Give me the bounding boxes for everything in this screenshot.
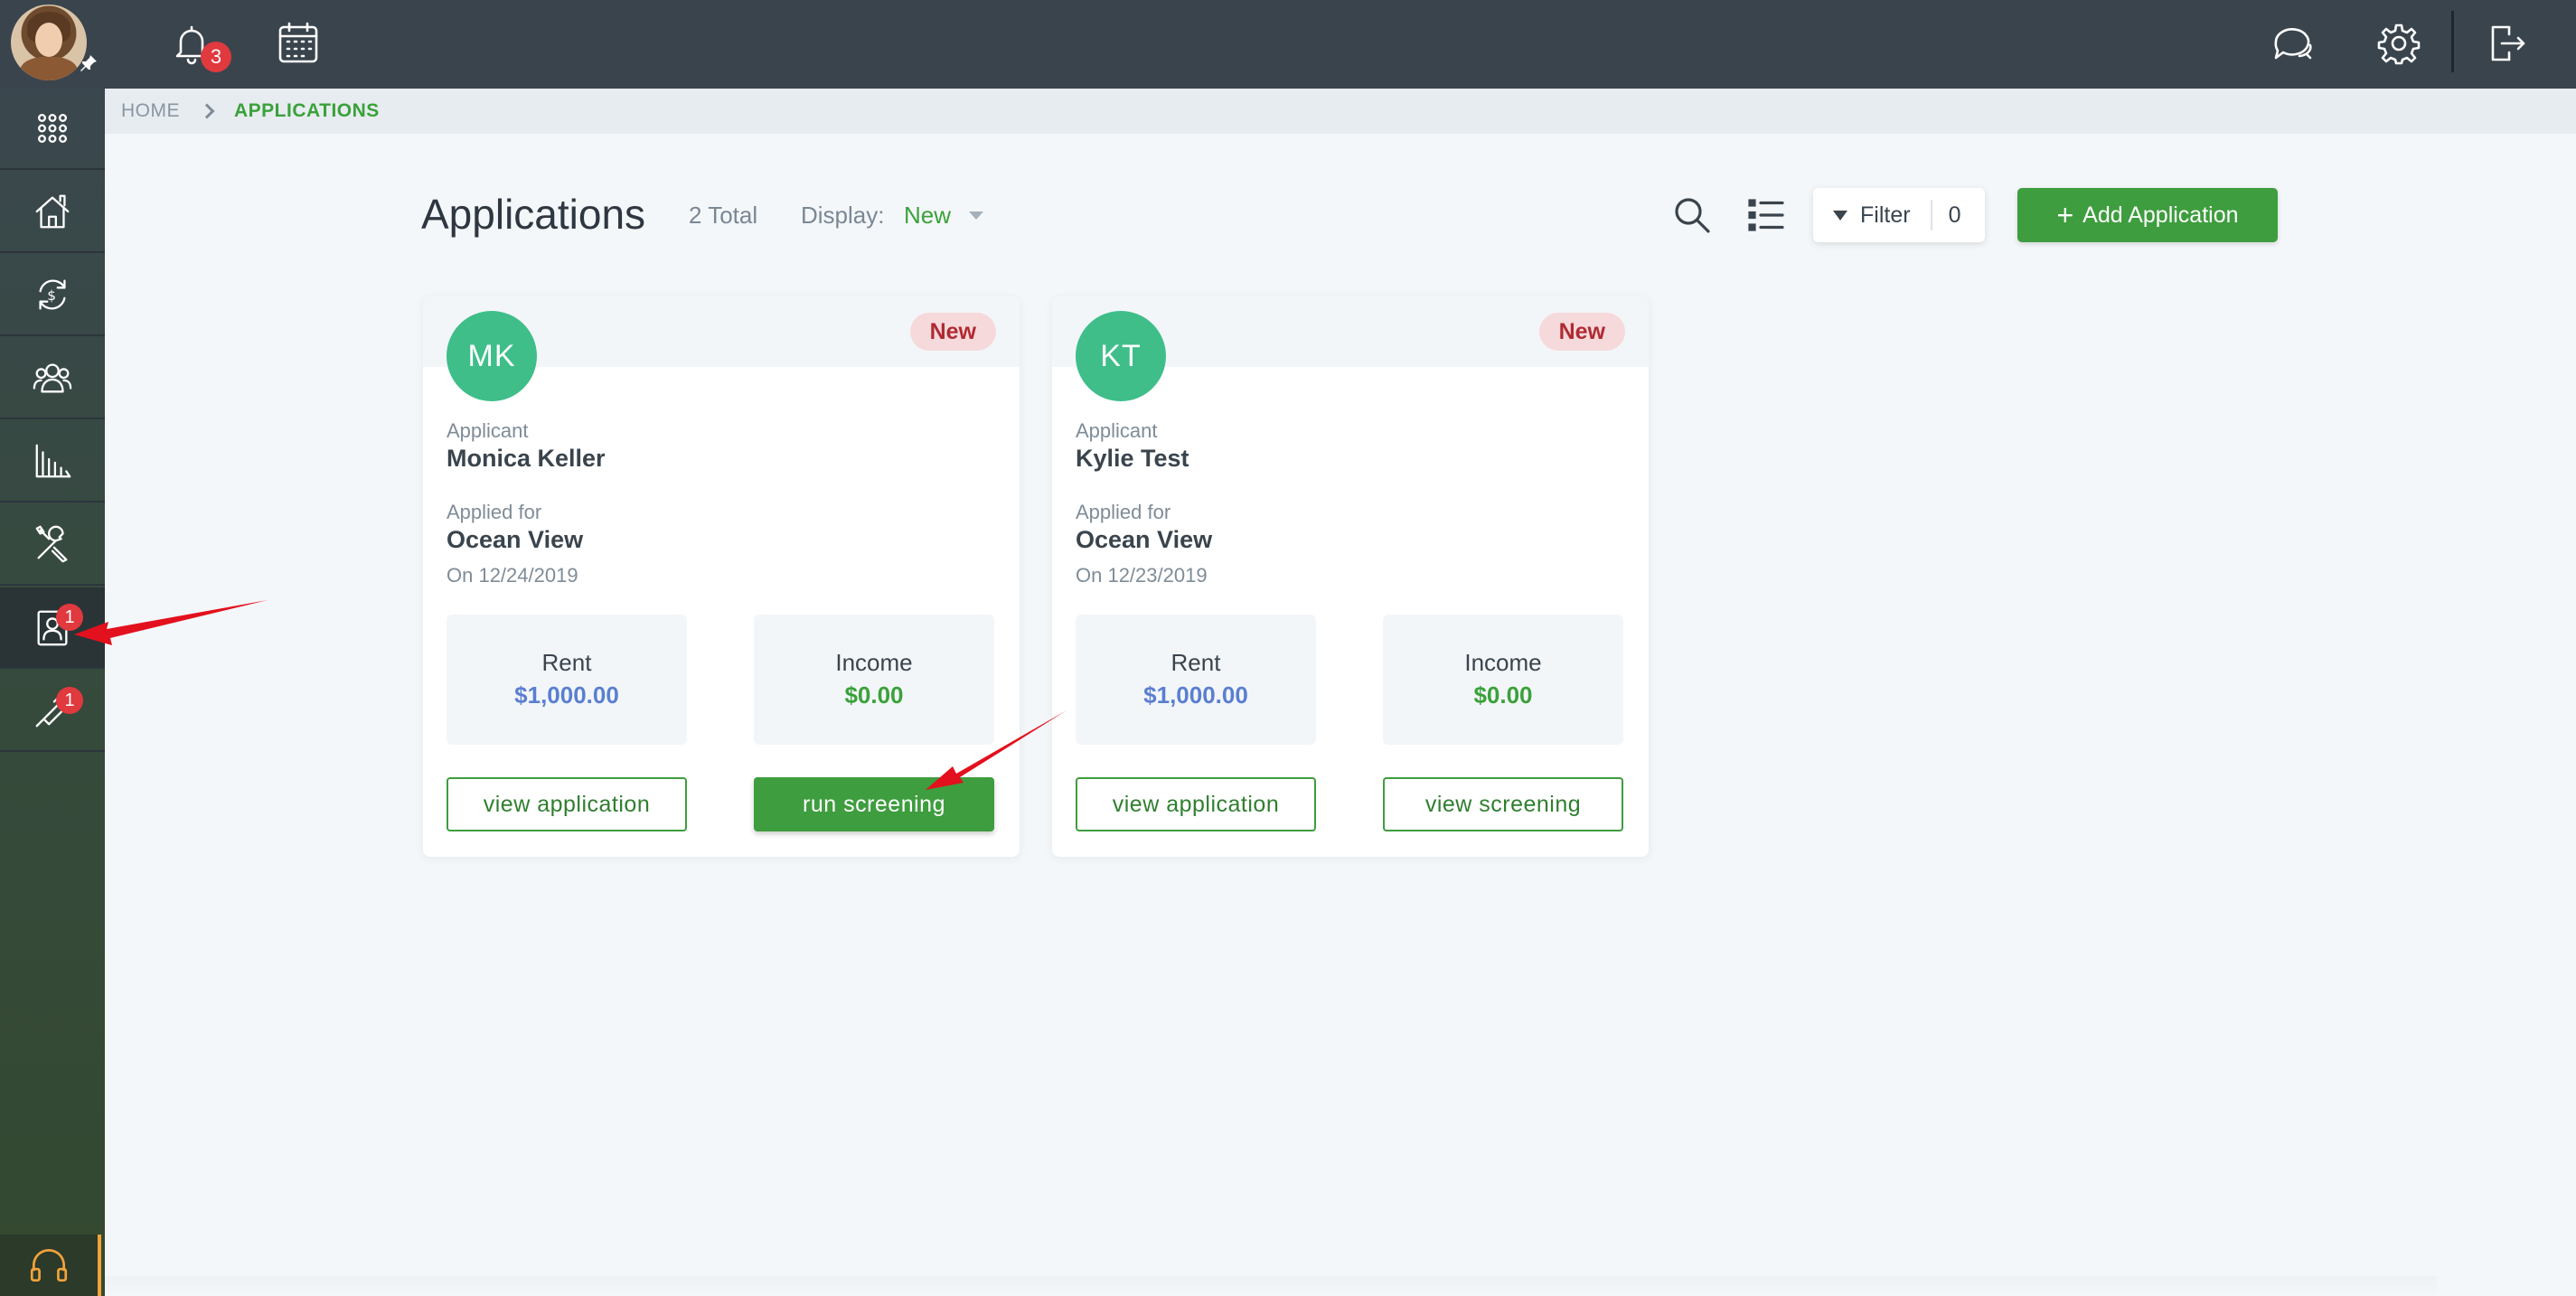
rent-value: $1,000.00 <box>1143 681 1248 709</box>
page-title: Applications <box>421 191 646 238</box>
rent-value: $1,000.00 <box>514 681 619 709</box>
applicant-label: Applicant <box>447 419 529 442</box>
avatar[interactable] <box>11 5 87 80</box>
sidebar: $ 1 1 <box>0 0 105 1296</box>
status-badge: New <box>1538 313 1625 351</box>
sidebar-item-reports[interactable] <box>0 421 105 502</box>
sidebar-item-people[interactable] <box>0 338 105 419</box>
breadcrumb: HOME APPLICATIONS <box>105 89 2576 134</box>
status-badge: New <box>909 313 996 351</box>
filter-count: 0 <box>1948 202 1961 228</box>
income-box: Income $0.00 <box>754 615 994 745</box>
list-view-button[interactable] <box>1744 193 1788 237</box>
logout-icon <box>2491 25 2525 61</box>
breadcrumb-home[interactable]: HOME <box>121 100 180 122</box>
sidebar-item-apps[interactable] <box>0 89 105 170</box>
income-box: Income $0.00 <box>1383 615 1623 745</box>
application-card: KT New Applicant Kylie Test Applied for … <box>1052 296 1649 857</box>
income-value: $0.00 <box>844 681 904 709</box>
applied-date: On 12/24/2019 <box>447 564 578 587</box>
income-label: Income <box>835 649 913 676</box>
people-icon <box>33 363 72 393</box>
applicant-avatar: MK <box>447 311 537 401</box>
applied-date: On 12/23/2019 <box>1076 564 1208 587</box>
application-card: MK New Applicant Monica Keller Applied f… <box>423 296 1020 857</box>
run-screening-button[interactable]: run screening <box>754 777 994 831</box>
property-name: Ocean View <box>1076 526 1213 553</box>
caret-down-icon[interactable] <box>969 211 983 220</box>
chevron-right-icon <box>199 103 215 119</box>
applicant-name: Kylie Test <box>1076 445 1189 472</box>
rent-box: Rent $1,000.00 <box>1076 615 1316 745</box>
filter-label: Filter <box>1860 202 1911 228</box>
sidebar-item-maintenance[interactable] <box>0 504 105 586</box>
help-button[interactable] <box>0 1235 101 1296</box>
breadcrumb-current: APPLICATIONS <box>234 100 380 121</box>
filter-divider <box>1930 200 1932 230</box>
applied-for-label: Applied for <box>447 501 542 523</box>
calendar-button[interactable] <box>271 16 325 70</box>
maintenance-icon <box>35 525 68 563</box>
applicant-label: Applicant <box>1076 419 1158 442</box>
plus-icon: + <box>2056 199 2074 231</box>
filter-button[interactable]: Filter 0 <box>1813 188 1985 242</box>
income-label: Income <box>1464 649 1542 676</box>
settings-button[interactable] <box>2372 16 2426 70</box>
rent-box: Rent $1,000.00 <box>447 615 687 745</box>
rent-label: Rent <box>541 649 592 676</box>
svg-text:$: $ <box>47 287 56 304</box>
view-screening-button[interactable]: view screening <box>1383 777 1623 831</box>
applicant-avatar: KT <box>1076 311 1166 401</box>
leasing-badge: 1 <box>56 687 83 714</box>
sidebar-item-payments[interactable]: $ <box>0 255 105 336</box>
add-application-button[interactable]: + Add Application <box>2017 188 2278 242</box>
apps-grid-icon <box>37 113 68 144</box>
applied-for-label: Applied for <box>1076 501 1171 523</box>
calendar-icon <box>278 22 318 63</box>
display-select[interactable]: New <box>904 202 951 230</box>
view-application-button[interactable]: view application <box>447 777 687 831</box>
topbar: 3 <box>105 0 2576 89</box>
notification-badge: 3 <box>201 42 231 72</box>
rent-label: Rent <box>1170 649 1221 676</box>
properties-icon <box>35 194 70 229</box>
sidebar-item-applications[interactable]: 1 <box>0 587 105 669</box>
headset-icon <box>30 1248 68 1282</box>
payments-icon: $ <box>39 279 66 310</box>
search-button[interactable] <box>1670 193 1714 237</box>
total-count: 2 Total <box>689 202 758 229</box>
user-profile[interactable] <box>0 0 105 89</box>
filter-icon <box>1833 210 1847 221</box>
topbar-divider <box>2451 11 2454 72</box>
add-application-label: Add Application <box>2082 202 2239 228</box>
footer <box>105 1276 2437 1296</box>
property-name: Ocean View <box>447 526 584 553</box>
list-icon <box>1748 199 1784 231</box>
messages-button[interactable] <box>2265 16 2319 70</box>
reports-icon <box>35 444 71 478</box>
applicant-name: Monica Keller <box>447 445 606 472</box>
applications-badge: 1 <box>56 604 83 631</box>
view-application-button[interactable]: view application <box>1076 777 1316 831</box>
search-icon <box>1675 198 1710 233</box>
gear-icon <box>2377 23 2421 65</box>
income-value: $0.00 <box>1473 681 1533 709</box>
display-label: Display: <box>801 202 885 229</box>
logout-button[interactable] <box>2478 16 2533 70</box>
chat-icon <box>2274 28 2312 60</box>
sidebar-item-properties[interactable] <box>0 172 105 253</box>
pin-icon[interactable] <box>78 52 99 74</box>
sidebar-item-leasing[interactable]: 1 <box>0 671 105 752</box>
